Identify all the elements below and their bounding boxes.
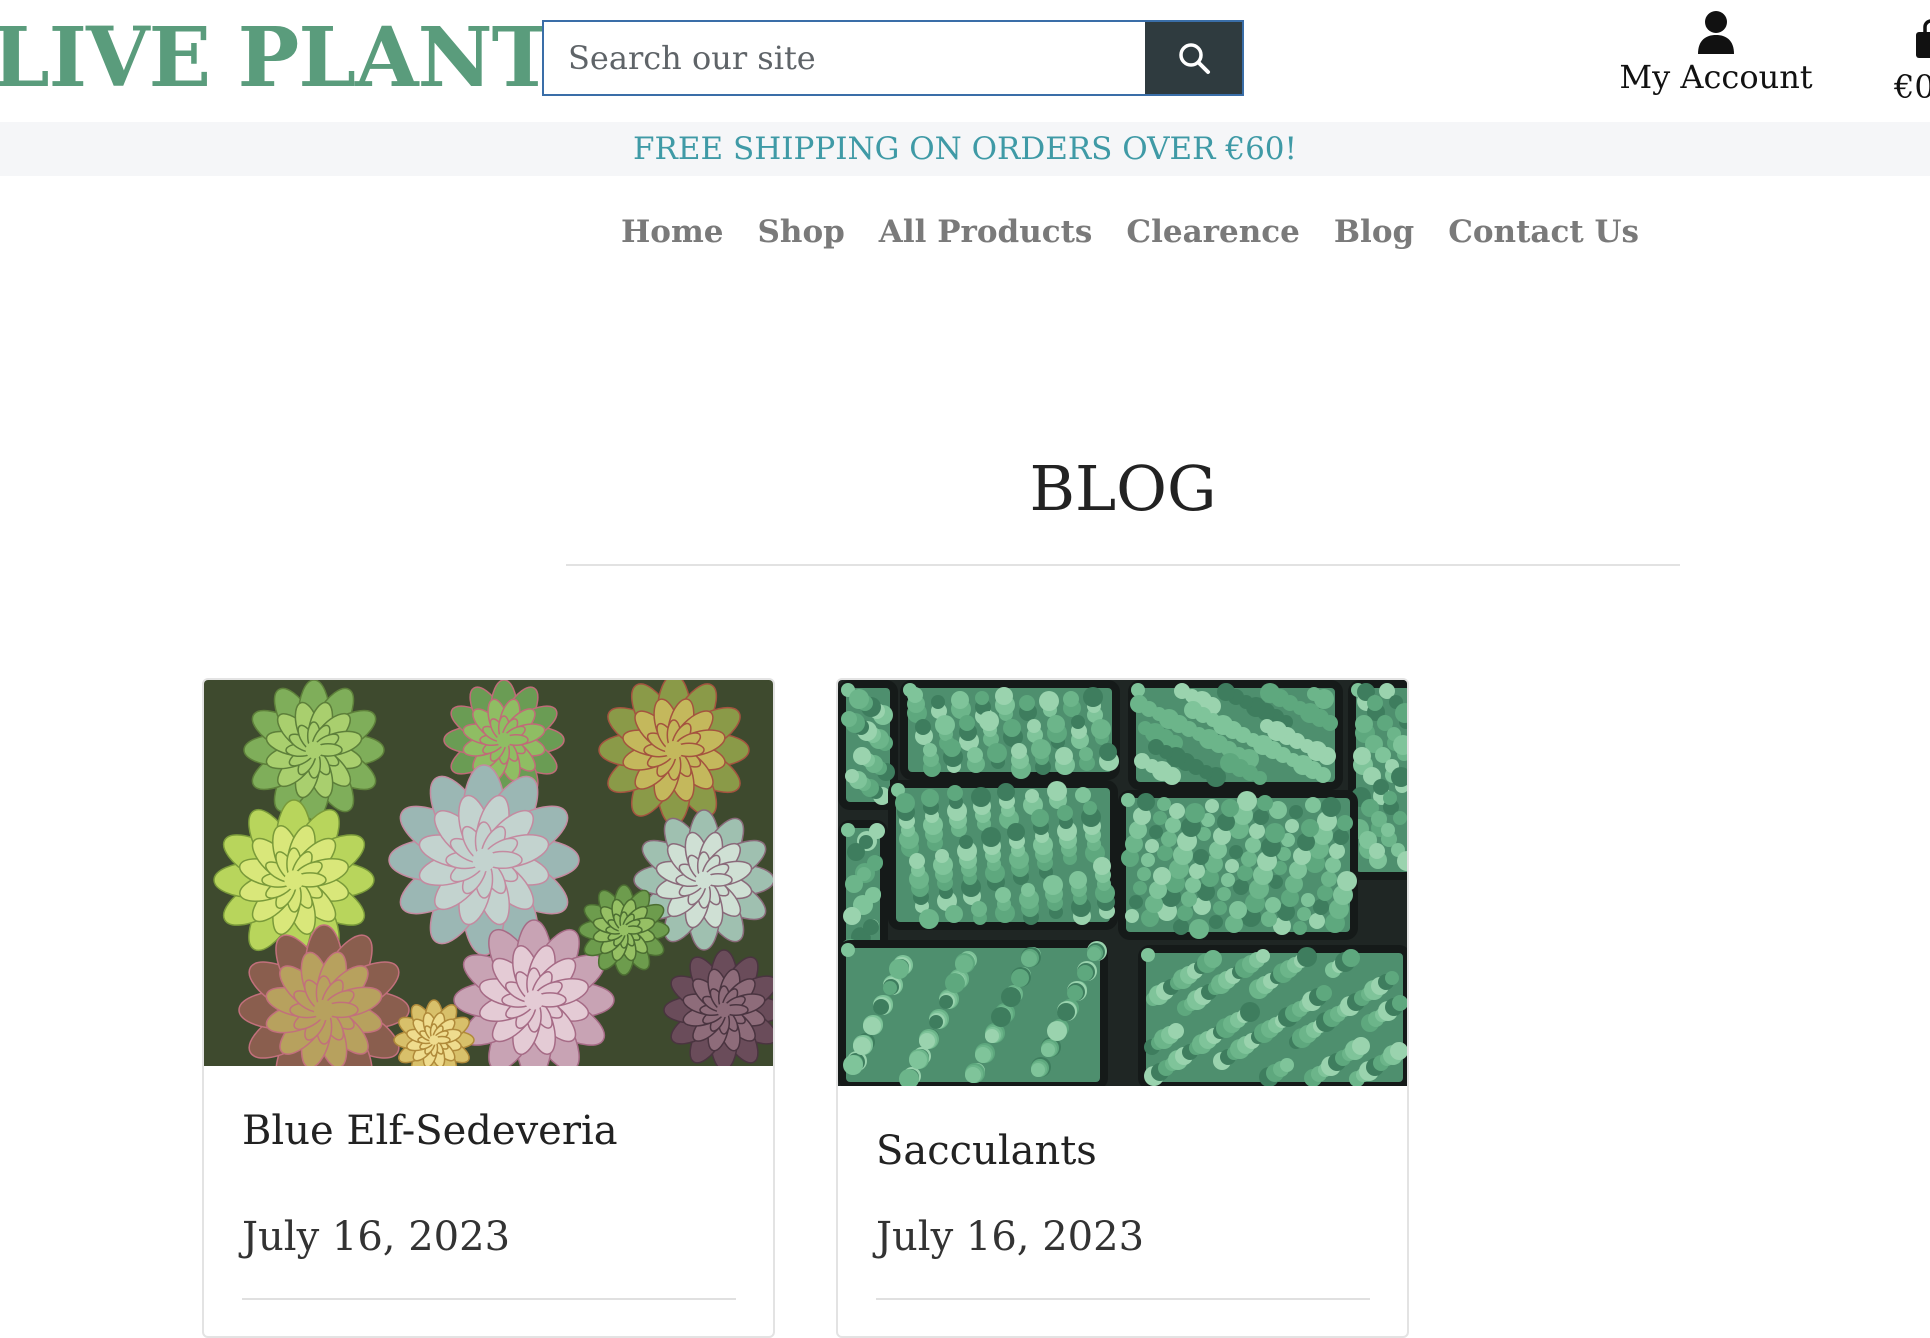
card-divider (876, 1298, 1370, 1300)
user-icon (1698, 11, 1734, 54)
nav-item-clearence[interactable]: Clearence (1126, 200, 1299, 264)
site-header: LIVE PLANTS My Account €0 (0, 0, 1930, 122)
shopping-bag-icon (1916, 19, 1930, 58)
blog-post-date: July 16, 2023 (242, 1214, 511, 1260)
blog-post-image[interactable] (204, 680, 773, 1066)
blog-post-card[interactable]: Blue Elf-Sedeveria July 16, 2023 (202, 678, 775, 1338)
search-form (542, 20, 1244, 96)
search-input[interactable] (544, 22, 1145, 94)
basket-link[interactable]: €0 (1890, 10, 1930, 106)
basket-total: €0 (1894, 68, 1930, 106)
shipping-banner-text: FREE SHIPPING ON ORDERS OVER €60! (633, 131, 1297, 167)
page-title: BLOG (1029, 452, 1217, 525)
site-logo[interactable]: LIVE PLANTS (0, 8, 611, 108)
search-icon (1178, 43, 1210, 74)
nav-item-all-products[interactable]: All Products (879, 200, 1093, 264)
my-account-link[interactable]: My Account (1610, 10, 1822, 106)
blog-post-image[interactable] (838, 680, 1407, 1086)
succulent-trays-image (838, 680, 1407, 1086)
nav-item-contact-us[interactable]: Contact Us (1448, 200, 1639, 264)
shipping-banner: FREE SHIPPING ON ORDERS OVER €60! (0, 122, 1930, 176)
succulents-mixed-image (204, 680, 773, 1066)
nav-item-blog[interactable]: Blog (1334, 200, 1414, 264)
title-divider (566, 564, 1680, 566)
my-account-label: My Account (1619, 58, 1813, 96)
card-divider (242, 1298, 736, 1300)
search-button[interactable] (1145, 22, 1242, 94)
blog-post-title[interactable]: Blue Elf-Sedeveria (242, 1108, 618, 1154)
blog-post-date: July 16, 2023 (876, 1214, 1145, 1260)
blog-post-card[interactable]: Sacculants July 16, 2023 (836, 678, 1409, 1338)
blog-post-title[interactable]: Sacculants (876, 1128, 1097, 1174)
nav-item-home[interactable]: Home (621, 200, 724, 264)
main-nav: Home Shop All Products Clearence Blog Co… (0, 200, 1930, 264)
nav-item-shop[interactable]: Shop (758, 200, 845, 264)
